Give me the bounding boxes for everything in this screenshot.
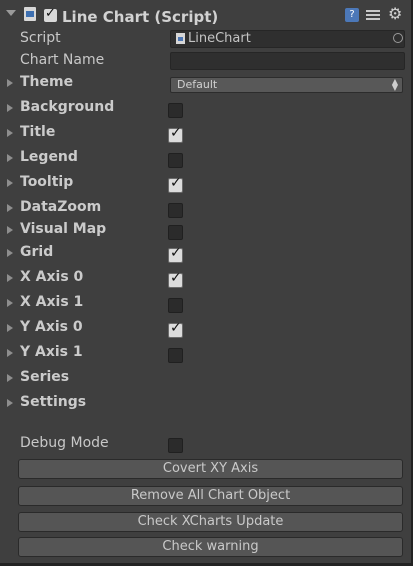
foldout-y-axis-1[interactable]: Y Axis 1	[20, 344, 83, 360]
theme-dropdown[interactable]: Default ▲ ▼	[170, 77, 403, 93]
datazoom-toggle[interactable]	[168, 203, 183, 218]
dropdown-arrows-icon: ▲ ▼	[391, 77, 398, 92]
debug-mode-label: Debug Mode	[20, 435, 109, 451]
foldout-arrow-icon[interactable]	[7, 129, 13, 137]
foldout-y-axis-0[interactable]: Y Axis 0	[20, 319, 83, 335]
script-value: LineChart	[188, 31, 251, 46]
foldout-background[interactable]: Background	[20, 99, 114, 115]
theme-label[interactable]: Theme	[20, 74, 73, 90]
foldout-title[interactable]: Title	[20, 124, 55, 140]
foldout-arrow-icon[interactable]	[7, 179, 13, 187]
title-toggle[interactable]	[168, 125, 183, 143]
foldout-datazoom[interactable]: DataZoom	[20, 199, 101, 215]
component-header[interactable]: Line Chart (Script) ? ⚙	[0, 0, 411, 26]
foldout-settings[interactable]: Settings	[20, 394, 86, 410]
foldout-x-axis-1[interactable]: X Axis 1	[20, 294, 83, 310]
x-axis-0-toggle[interactable]	[168, 270, 183, 288]
theme-foldout-arrow-icon[interactable]	[7, 79, 13, 87]
help-icon[interactable]: ?	[345, 8, 359, 22]
background-toggle[interactable]	[168, 103, 183, 118]
foldout-arrow-icon[interactable]	[7, 104, 13, 112]
collapse-arrow-icon[interactable]	[6, 10, 16, 16]
presets-icon[interactable]	[366, 8, 380, 22]
script-file-icon	[176, 33, 185, 44]
foldout-tooltip[interactable]: Tooltip	[20, 174, 73, 190]
foldout-arrow-icon[interactable]	[7, 249, 13, 257]
theme-selected-value: Default	[177, 78, 218, 91]
foldout-arrow-icon[interactable]	[7, 324, 13, 332]
foldout-visual-map[interactable]: Visual Map	[20, 221, 106, 237]
foldout-legend[interactable]: Legend	[20, 149, 78, 165]
foldout-arrow-icon[interactable]	[7, 349, 13, 357]
foldout-series[interactable]: Series	[20, 369, 69, 385]
covert-xy-axis-button[interactable]: Covert XY Axis	[18, 459, 403, 479]
component-enabled-checkbox[interactable]	[44, 6, 57, 22]
foldout-arrow-icon[interactable]	[7, 299, 13, 307]
foldout-arrow-icon[interactable]	[7, 399, 13, 407]
script-label: Script	[20, 30, 61, 46]
foldout-grid[interactable]: Grid	[20, 244, 53, 260]
chart-name-label: Chart Name	[20, 52, 105, 68]
inspector-panel: Line Chart (Script) ? ⚙ Script LineChart…	[0, 0, 413, 566]
foldout-arrow-icon[interactable]	[7, 204, 13, 212]
script-icon	[24, 7, 36, 21]
object-picker-icon[interactable]	[393, 33, 403, 43]
foldout-x-axis-0[interactable]: X Axis 0	[20, 269, 83, 285]
foldout-arrow-icon[interactable]	[7, 274, 13, 282]
remove-all-chart-object-button[interactable]: Remove All Chart Object	[18, 486, 403, 506]
foldout-arrow-icon[interactable]	[7, 154, 13, 162]
tooltip-toggle[interactable]	[168, 175, 183, 193]
legend-toggle[interactable]	[168, 153, 183, 168]
visual-map-toggle[interactable]	[168, 225, 183, 240]
y-axis-1-toggle[interactable]	[168, 348, 183, 363]
component-title: Line Chart (Script)	[62, 8, 219, 26]
grid-toggle[interactable]	[168, 245, 183, 263]
foldout-arrow-icon[interactable]	[7, 226, 13, 234]
foldout-arrow-icon[interactable]	[7, 374, 13, 382]
y-axis-0-toggle[interactable]	[168, 320, 183, 338]
check-xcharts-update-button[interactable]: Check XCharts Update	[18, 512, 403, 532]
check-warning-button[interactable]: Check warning	[18, 537, 403, 557]
x-axis-1-toggle[interactable]	[168, 298, 183, 313]
chart-name-input[interactable]	[170, 52, 405, 70]
script-field[interactable]: LineChart	[170, 30, 405, 48]
debug-mode-toggle[interactable]	[168, 438, 183, 453]
gear-icon[interactable]: ⚙	[388, 6, 402, 22]
